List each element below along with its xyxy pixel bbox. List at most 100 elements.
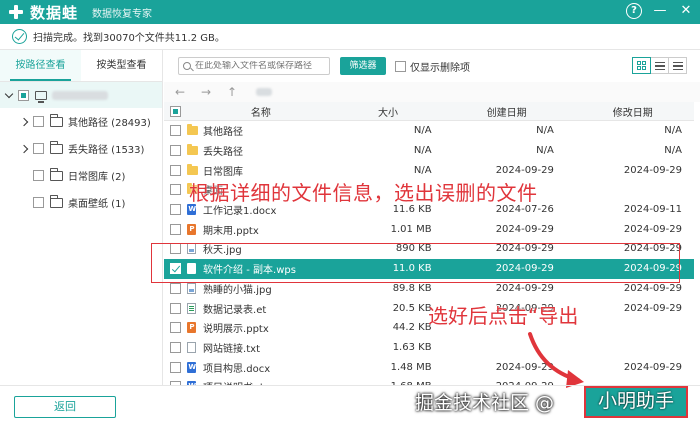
grid-icon <box>637 61 647 71</box>
file-size: 1.48 MB <box>390 361 432 373</box>
file-name: 日常图库 <box>203 166 244 178</box>
file-name: 说明展示.pptx <box>203 324 269 336</box>
chevron-down-icon[interactable] <box>4 89 14 98</box>
folder-icon <box>50 194 63 208</box>
file-modified-date: 2024-09-29 <box>623 223 682 235</box>
forward-arrow-icon[interactable]: → <box>196 85 216 99</box>
navigation-row: ← → ↑ <box>164 82 700 102</box>
file-name: 数据记录表.et <box>203 304 267 316</box>
file-size: 20.5 KB <box>392 302 432 314</box>
table-row[interactable]: 项目构思.docx1.48 MB2024-09-292024-09-29 <box>164 357 694 377</box>
file-modified-date: 2024-09-29 <box>623 302 682 314</box>
list-icon <box>655 62 665 70</box>
check-circle-icon <box>12 29 27 44</box>
file-created-date: 2024-09-29 <box>495 223 554 235</box>
row-checkbox[interactable] <box>170 322 181 334</box>
scan-status-text: 扫描完成。找到30070个文件共11.2 GB。 <box>33 33 225 44</box>
row-checkbox[interactable] <box>170 361 181 373</box>
file-name: 熟睡的小猫.jpg <box>203 284 272 296</box>
back-arrow-icon[interactable]: ← <box>170 85 190 99</box>
view-tabs: 按路径查看 按类型查看 <box>0 50 162 82</box>
only-deleted-checkbox[interactable] <box>395 60 406 72</box>
filter-button[interactable]: 筛选器 <box>340 57 386 75</box>
folder-icon <box>50 167 63 181</box>
header-created[interactable]: 创建日期 <box>442 104 572 119</box>
txt-file-icon <box>187 341 197 353</box>
tree-root-drive[interactable] <box>0 82 162 108</box>
tree-checkbox[interactable] <box>33 170 44 181</box>
tab-by-path[interactable]: 按路径查看 <box>0 50 81 81</box>
annotation-select-hint: 根据详细的文件信息，选出误删的文件 <box>189 181 538 205</box>
row-checkbox[interactable] <box>170 204 181 216</box>
back-button[interactable]: 返回 <box>14 396 116 418</box>
row-checkbox[interactable] <box>170 223 181 235</box>
table-row[interactable]: 网站链接.txt 1.63 KB <box>164 338 694 358</box>
tree-root-checkbox[interactable] <box>18 89 29 101</box>
file-modified-date: 2024-09-11 <box>623 204 682 216</box>
folder-icon <box>50 113 63 127</box>
tree-item-desktop-wallpaper[interactable]: 桌面壁纸 (1) <box>0 189 162 216</box>
grid-view-button[interactable] <box>632 57 651 74</box>
list-view-button[interactable] <box>650 57 669 74</box>
help-icon[interactable]: ? <box>626 3 642 19</box>
header-name[interactable]: 名称 <box>187 104 334 119</box>
tab-by-type[interactable]: 按类型查看 <box>81 50 162 81</box>
detail-view-button[interactable] <box>668 57 687 74</box>
row-checkbox[interactable] <box>170 302 181 314</box>
file-name: 项目构思.docx <box>203 363 271 375</box>
tree-item-label: 丢失路径 (1533) <box>68 145 145 156</box>
drive-label-blurred <box>52 90 108 100</box>
row-checkbox[interactable] <box>170 125 181 137</box>
table-row[interactable]: 项目说明书.docx1.68 MB2024-09-29 <box>164 377 694 385</box>
search-box[interactable] <box>178 57 330 75</box>
tree-item-daily-gallery[interactable]: 日常图库 (2) <box>0 162 162 189</box>
file-name: 丢失路径 <box>203 147 244 159</box>
only-deleted-toggle[interactable]: 仅显示删除项 <box>395 59 470 74</box>
tree-checkbox[interactable] <box>33 143 44 154</box>
search-icon <box>183 62 191 70</box>
row-checkbox[interactable] <box>170 164 181 176</box>
select-all-checkbox[interactable] <box>170 105 181 117</box>
export-button[interactable]: 小明助手 <box>584 386 688 418</box>
app-logo-icon <box>8 4 24 20</box>
row-checkbox[interactable] <box>170 145 181 157</box>
header-modified[interactable]: 修改日期 <box>572 104 694 119</box>
tree-item-label: 桌面壁纸 (1) <box>68 199 126 210</box>
close-button[interactable]: ✕ <box>678 3 694 19</box>
row-checkbox[interactable] <box>170 184 181 196</box>
tree-checkbox[interactable] <box>33 116 44 127</box>
file-created-date: 2024-09-29 <box>495 164 554 176</box>
search-input[interactable] <box>195 61 325 71</box>
et-file-icon <box>187 302 197 314</box>
table-row[interactable]: 其他路径 N/A N/A N/A <box>164 121 694 141</box>
folder-file-icon <box>187 144 199 156</box>
file-created-date: N/A <box>536 145 554 157</box>
watermark-text: 掘金技术社区 @ <box>415 392 555 414</box>
only-deleted-label: 仅显示删除项 <box>410 62 470 74</box>
tree-item-label: 日常图库 (2) <box>68 172 126 183</box>
minimize-button[interactable]: — <box>652 3 668 19</box>
file-name: 网站链接.txt <box>203 343 260 355</box>
tree-item-label: 其他路径 (28493) <box>68 118 151 129</box>
file-size: 1.01 MB <box>390 223 432 235</box>
left-panel: 按路径查看 按类型查看 其他路径 (28493) 丢失路径 (1533) 日常图… <box>0 50 163 385</box>
title-bar: 数据蛙 数据恢复专家 ? — ✕ <box>0 0 700 24</box>
row-checkbox[interactable] <box>170 341 181 353</box>
file-modified-date: 2024-09-29 <box>623 282 682 294</box>
file-size: N/A <box>413 145 432 157</box>
up-arrow-icon[interactable]: ↑ <box>222 85 242 99</box>
table-row[interactable]: 丢失路径 N/A N/A N/A <box>164 141 694 161</box>
file-modified-date: 2024-09-29 <box>623 164 682 176</box>
file-name: 其他路径 <box>203 127 244 139</box>
row-checkbox[interactable] <box>170 282 181 294</box>
folder-icon <box>50 140 63 154</box>
chevron-right-icon[interactable] <box>19 144 29 153</box>
tree-item-other-paths[interactable]: 其他路径 (28493) <box>0 108 162 135</box>
breadcrumb-blurred <box>256 88 272 96</box>
chevron-right-icon[interactable] <box>19 117 29 126</box>
tree-item-lost-paths[interactable]: 丢失路径 (1533) <box>0 135 162 162</box>
tree-checkbox[interactable] <box>33 197 44 208</box>
table-row[interactable]: 期末用.pptx 1.01 MB 2024-09-29 2024-09-29 <box>164 219 694 239</box>
header-size[interactable]: 大小 <box>334 104 441 119</box>
doc-file-icon <box>187 361 197 373</box>
